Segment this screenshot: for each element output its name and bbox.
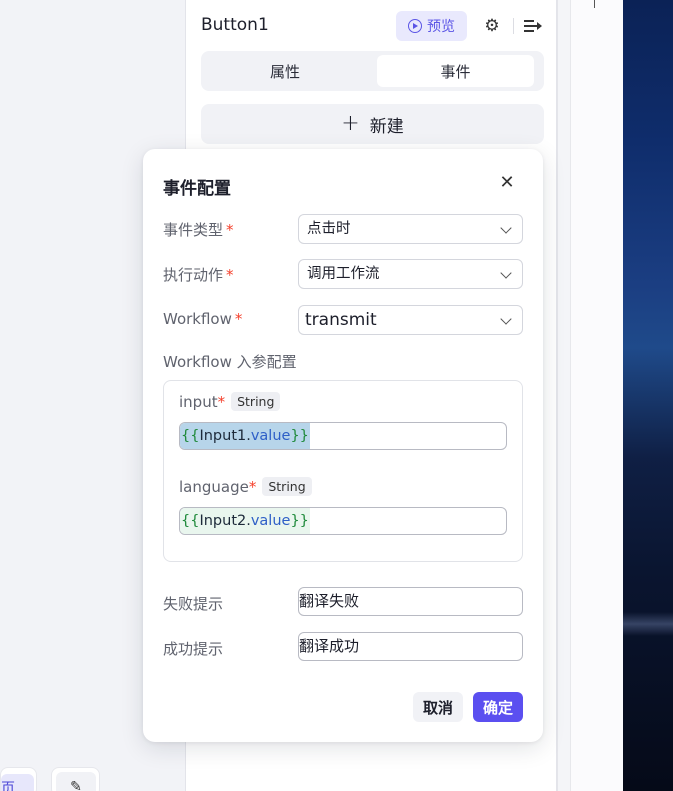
new-event-label: 新建 [369,116,404,137]
plus-icon: + [341,111,360,136]
confirm-button[interactable]: 确定 [473,692,523,722]
type-badge: String [262,477,312,496]
desktop-wallpaper [623,0,673,791]
dialog-title: 事件配置 [163,179,231,199]
event-config-dialog: 事件配置 ✕ 事件类型 * 点击时 执行动作 * 调用工作流 Workflow * t… [143,149,543,742]
fail-tip-label: 失败提示 [163,595,224,613]
divider [513,18,514,34]
success-tip-input[interactable]: 翻译成功 [298,632,523,661]
new-event-button[interactable]: + 新建 [201,104,544,144]
param-language-expression[interactable]: {{Input2.value}} [179,507,507,535]
tab-properties[interactable]: 属性 [205,55,365,87]
bottom-page-label: 页 [1,774,34,791]
success-tip-label: 成功提示 [163,640,224,658]
collapse-panel-icon[interactable] [524,18,542,34]
expression-token: {{Input2.value}} [180,508,310,534]
play-icon [408,19,422,33]
cancel-button[interactable]: 取消 [413,692,463,722]
event-type-value: 点击时 [307,221,351,237]
event-type-label: 事件类型 * [163,221,234,239]
panel-scroll-gutter [557,0,570,791]
workflow-select[interactable]: transmit [298,305,523,335]
action-value: 调用工作流 [307,266,380,282]
params-section-label: Workflow 入参配置 [163,353,297,371]
chevron-down-icon [500,313,512,325]
close-icon[interactable]: ✕ [498,174,516,192]
panel-tabs: 属性 事件 [201,51,544,91]
wrench-icon: ✎ [56,772,96,791]
param-input-expression[interactable]: {{Input1.value}} [179,422,507,450]
params-box: input * String {{Input1.value}} language *… [163,380,523,562]
workflow-label: Workflow * [163,310,243,328]
chevron-down-icon [500,222,512,234]
action-label: 执行动作 * [163,266,234,284]
expression-token: {{Input1.value}} [180,423,310,449]
event-type-select[interactable]: 点击时 [298,214,523,244]
action-select[interactable]: 调用工作流 [298,259,523,289]
preview-label: 预览 [427,19,455,35]
fail-tip-input[interactable]: 翻译失败 [298,587,523,616]
component-title: Button1 [201,15,269,35]
gear-icon[interactable]: ⚙ [483,17,501,35]
side-toolbar [570,0,623,791]
bottom-tool-button[interactable]: ✎ [51,767,100,791]
workflow-value: transmit [305,310,377,330]
tab-events[interactable]: 事件 [377,55,534,87]
preview-button[interactable]: 预览 [396,11,467,41]
param-input-name: input * String [179,392,281,411]
param-language-name: language * String [179,477,312,496]
type-badge: String [231,392,281,411]
bottom-page-button[interactable]: 页 [0,767,37,791]
chevron-down-icon [500,267,512,279]
